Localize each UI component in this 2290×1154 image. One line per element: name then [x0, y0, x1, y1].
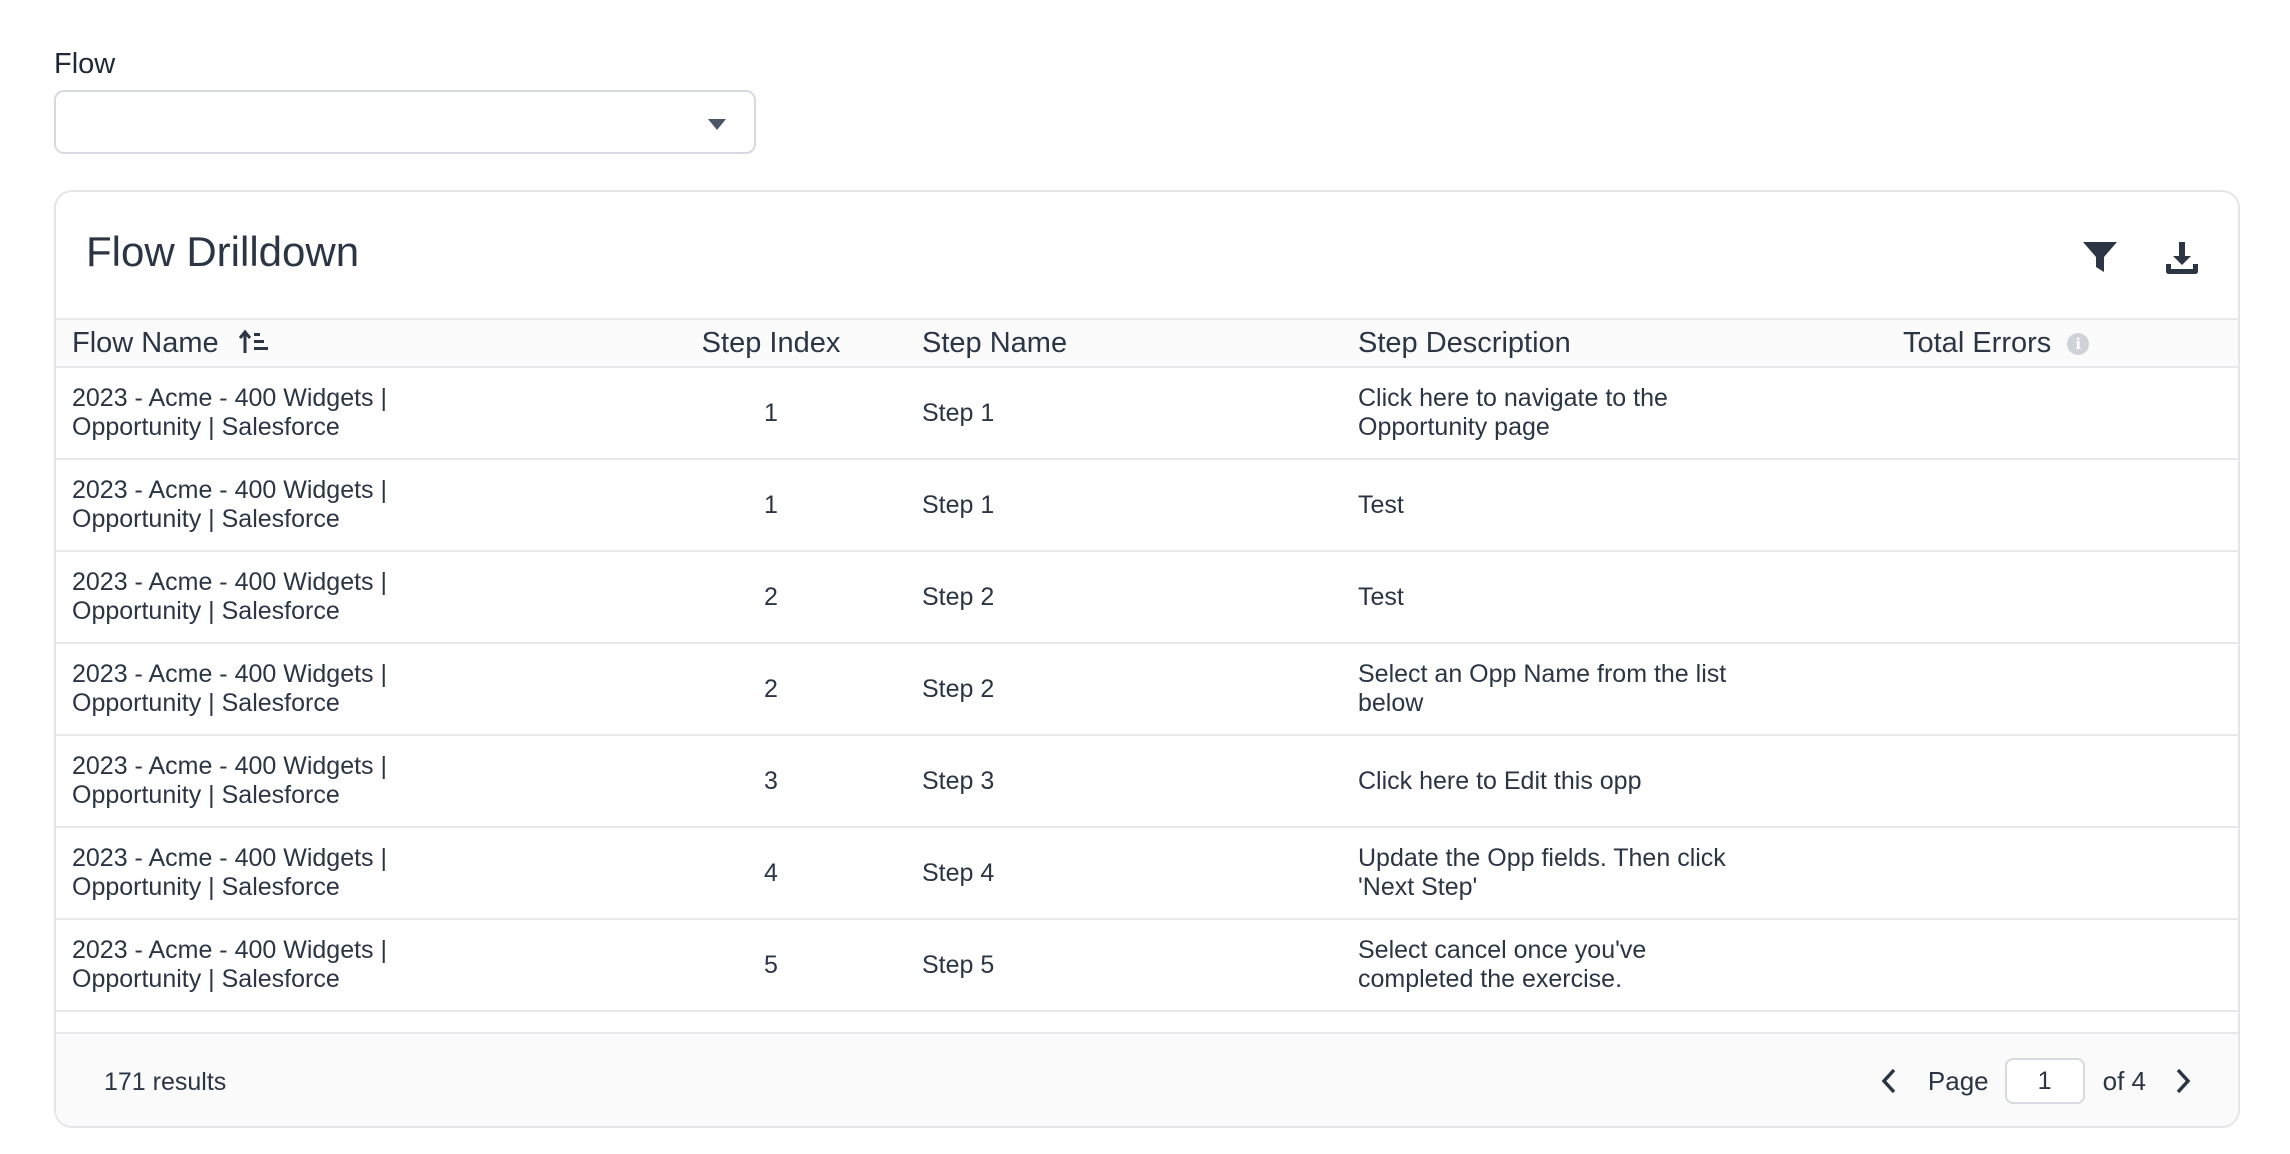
download-icon	[2166, 242, 2198, 274]
flow-drilldown-table: Flow Name Step Index Step Name Step Desc…	[56, 318, 2238, 1012]
chevron-down-icon	[708, 119, 726, 130]
chevron-left-icon	[1881, 1068, 1896, 1094]
step-description-cell: Test	[1342, 551, 1887, 644]
column-header-label: Step Index	[701, 326, 841, 359]
step-description-cell: Select an Opp Name from the list below	[1342, 643, 1887, 736]
flow-name-cell: 2023 - Acme - 400 Widgets | Opportunity …	[56, 643, 636, 736]
cell-text: Click here to navigate to the Opportunit…	[1358, 384, 1668, 441]
step-index-cell: 1	[636, 459, 906, 552]
column-header-flow-name[interactable]: Flow Name	[56, 318, 636, 368]
step-index-cell: 3	[636, 735, 906, 828]
step-index-cell: 4	[636, 827, 906, 920]
column-header-label: Total Errors	[1903, 326, 2052, 359]
step-description-cell: Update the Opp fields. Then click 'Next …	[1342, 827, 1887, 920]
page-number-input[interactable]	[2004, 1058, 2085, 1104]
chevron-right-icon	[2176, 1068, 2191, 1094]
total-errors-cell	[1887, 551, 2238, 644]
total-errors-cell	[1887, 643, 2238, 736]
table-row[interactable]: 2023 - Acme - 400 Widgets | Opportunity …	[56, 919, 2238, 1012]
column-header-step-description[interactable]: Step Description	[1342, 318, 1887, 368]
table-row[interactable]: 2023 - Acme - 400 Widgets | Opportunity …	[56, 827, 2238, 920]
cell-text: 2023 - Acme - 400 Widgets | Opportunity …	[72, 844, 387, 901]
column-header-label: Step Description	[1358, 326, 1571, 359]
table-row[interactable]: 2023 - Acme - 400 Widgets | Opportunity …	[56, 459, 2238, 552]
cell-text: Select cancel once you've completed the …	[1358, 936, 1647, 993]
table-row[interactable]: 2023 - Acme - 400 Widgets | Opportunity …	[56, 367, 2238, 460]
step-description-cell: Test	[1342, 459, 1887, 552]
flow-filter-label: Flow	[54, 48, 116, 80]
next-page-button[interactable]	[2168, 1066, 2198, 1096]
table-row[interactable]: 2023 - Acme - 400 Widgets | Opportunity …	[56, 735, 2238, 828]
total-errors-cell	[1887, 827, 2238, 920]
filter-button[interactable]	[2078, 236, 2122, 280]
step-description-cell: Click here to Edit this opp	[1342, 735, 1887, 828]
cell-text: Click here to Edit this opp	[1358, 766, 1642, 795]
flow-name-cell: 2023 - Acme - 400 Widgets | Opportunity …	[56, 919, 636, 1012]
cell-text: Update the Opp fields. Then click 'Next …	[1358, 844, 1726, 901]
table-row[interactable]: 2023 - Acme - 400 Widgets | Opportunity …	[56, 551, 2238, 644]
flow-select[interactable]	[54, 90, 756, 154]
table-row[interactable]: 2023 - Acme - 400 Widgets | Opportunity …	[56, 643, 2238, 736]
step-name-cell: Step 5	[906, 919, 1342, 1012]
column-header-label: Step Name	[922, 326, 1068, 359]
filter-icon	[2083, 242, 2117, 272]
page-label: Page	[1927, 1065, 1989, 1096]
column-header-step-name[interactable]: Step Name	[906, 318, 1342, 368]
card-title: Flow Drilldown	[86, 228, 360, 275]
step-index-cell: 2	[636, 551, 906, 644]
total-errors-cell	[1887, 919, 2238, 1012]
cell-text: 2023 - Acme - 400 Widgets | Opportunity …	[72, 752, 387, 809]
step-name-cell: Step 2	[906, 551, 1342, 644]
cell-text: 2023 - Acme - 400 Widgets | Opportunity …	[72, 384, 387, 441]
column-header-step-index[interactable]: Step Index	[636, 318, 906, 368]
total-errors-cell	[1887, 459, 2238, 552]
step-name-cell: Step 3	[906, 735, 1342, 828]
step-description-cell: Select cancel once you've completed the …	[1342, 919, 1887, 1012]
total-errors-cell	[1887, 735, 2238, 828]
cell-text: 2023 - Acme - 400 Widgets | Opportunity …	[72, 476, 387, 533]
flow-name-cell: 2023 - Acme - 400 Widgets | Opportunity …	[56, 367, 636, 460]
cell-text: Select an Opp Name from the list below	[1358, 660, 1727, 717]
step-name-cell: Step 1	[906, 367, 1342, 460]
sort-ascending-icon[interactable]	[238, 329, 271, 355]
table-footer: 171 results Page of 4	[56, 1032, 2238, 1126]
step-index-cell: 5	[636, 919, 906, 1012]
total-errors-cell	[1887, 367, 2238, 460]
cell-text: 2023 - Acme - 400 Widgets | Opportunity …	[72, 660, 387, 717]
prev-page-button[interactable]	[1874, 1066, 1904, 1096]
step-name-cell: Step 2	[906, 643, 1342, 736]
flow-name-cell: 2023 - Acme - 400 Widgets | Opportunity …	[56, 459, 636, 552]
pagination: Page of 4	[1874, 1056, 2198, 1106]
step-description-cell: Click here to navigate to the Opportunit…	[1342, 367, 1887, 460]
cell-text: 2023 - Acme - 400 Widgets | Opportunity …	[72, 936, 387, 993]
cell-text: 2023 - Acme - 400 Widgets | Opportunity …	[72, 568, 387, 625]
info-icon[interactable]: i	[2067, 332, 2090, 355]
page-total-label: of 4	[2102, 1065, 2146, 1096]
cell-text: Test	[1358, 582, 1404, 611]
step-index-cell: 1	[636, 367, 906, 460]
download-button[interactable]	[2160, 236, 2204, 280]
step-index-cell: 2	[636, 643, 906, 736]
column-header-total-errors[interactable]: Total Errors i	[1887, 318, 2238, 368]
flow-name-cell: 2023 - Acme - 400 Widgets | Opportunity …	[56, 551, 636, 644]
flow-drilldown-card: Flow Drilldown Flow Name Step Index Step…	[54, 190, 2240, 1128]
step-name-cell: Step 4	[906, 827, 1342, 920]
table-header-row: Flow Name Step Index Step Name Step Desc…	[56, 318, 2238, 368]
cell-text: Test	[1358, 490, 1404, 519]
step-name-cell: Step 1	[906, 459, 1342, 552]
results-count: 171 results	[104, 1068, 227, 1096]
column-header-label: Flow Name	[72, 326, 219, 359]
flow-name-cell: 2023 - Acme - 400 Widgets | Opportunity …	[56, 827, 636, 920]
flow-name-cell: 2023 - Acme - 400 Widgets | Opportunity …	[56, 735, 636, 828]
